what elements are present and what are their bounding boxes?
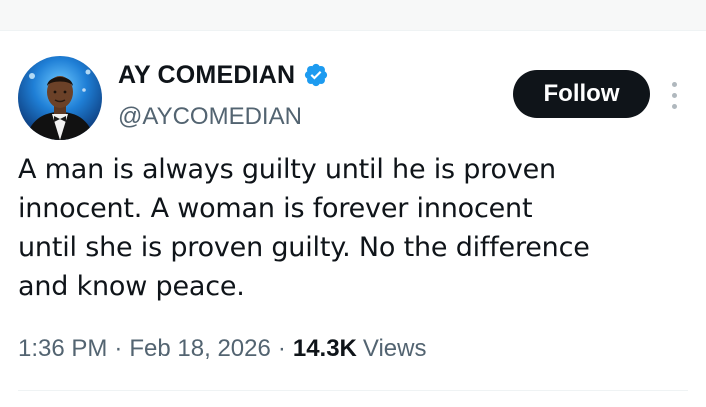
tweet-time[interactable]: 1:36 PM: [18, 334, 107, 364]
more-dot: [671, 81, 677, 87]
tweet-date[interactable]: Feb 18, 2026: [129, 334, 270, 364]
avatar[interactable]: [18, 56, 102, 140]
tweet-meta: 1:36 PM · Feb 18, 2026 · 14.3K Views: [18, 334, 426, 364]
author-name[interactable]: AY COMEDIAN: [118, 60, 295, 90]
verified-badge-icon: [303, 62, 329, 88]
views-count: 14.3K: [292, 335, 357, 362]
meta-separator: ·: [114, 335, 123, 362]
author-handle[interactable]: @AYCOMEDIAN: [118, 102, 302, 132]
divider: [18, 390, 688, 391]
avatar-image: [18, 56, 102, 140]
top-strip: [0, 0, 706, 31]
more-dot: [671, 92, 677, 98]
follow-button[interactable]: Follow: [513, 70, 650, 118]
tweet-text: A man is always guilty until he is prove…: [18, 154, 590, 302]
more-vertical-icon[interactable]: [664, 78, 684, 112]
more-dot: [671, 103, 677, 109]
author-name-row: AY COMEDIAN: [118, 60, 329, 90]
tweet-card: AY COMEDIAN @AYCOMEDIAN Follow A man is …: [0, 30, 706, 407]
views-label: Views: [362, 335, 427, 362]
meta-separator: ·: [277, 335, 286, 362]
